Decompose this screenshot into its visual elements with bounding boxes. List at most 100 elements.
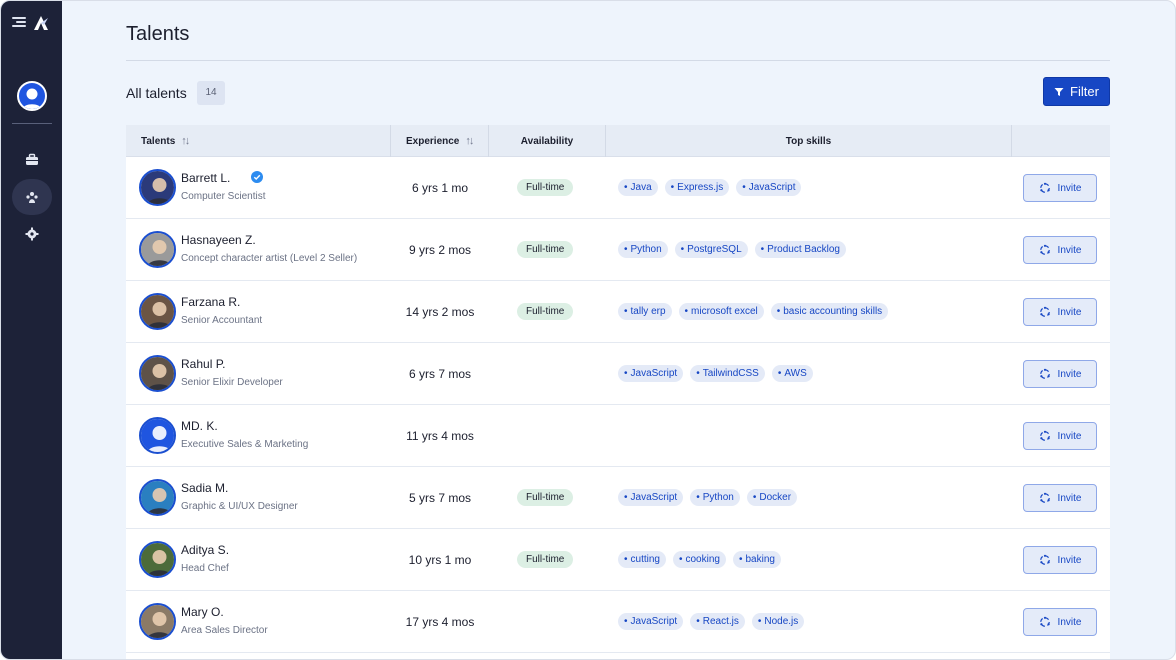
sidebar-item-settings[interactable] — [12, 216, 52, 252]
avatar[interactable] — [139, 231, 176, 268]
talent-experience: 11 yrs 4 mos — [406, 429, 474, 443]
column-header-actions — [1012, 125, 1110, 157]
sidebar-divider — [12, 123, 52, 124]
column-header-talents-label: Talents — [141, 135, 176, 147]
skill-list: JavaScript React.js Node.js — [618, 613, 805, 630]
skill-chip: JavaScript — [618, 489, 684, 506]
skill-chip: Node.js — [751, 613, 805, 630]
table-header: Talents ↑↓ Experience ↑↓ Availability To… — [126, 125, 1110, 157]
table-row[interactable]: Farzana R. Senior Accountant 14 yrs 2 mos F… — [126, 281, 1110, 343]
skill-chip: microsoft excel — [678, 303, 764, 320]
talent-experience: 9 yrs 2 mos — [408, 243, 471, 257]
logo-icon — [34, 16, 48, 30]
availability-badge: Full-time — [517, 551, 574, 568]
filter-button[interactable]: Filter — [1043, 77, 1110, 106]
talent-experience: 14 yrs 2 mos — [405, 305, 475, 319]
column-header-top-skills: Top skills — [606, 125, 1012, 157]
invite-button-label: Invite — [1057, 430, 1082, 442]
skill-chip: Docker — [746, 489, 798, 506]
table-row[interactable]: Sadia M. Graphic & UI/UX Designer 5 yrs 7 … — [126, 467, 1110, 529]
invite-button-label: Invite — [1057, 182, 1082, 194]
column-header-experience[interactable]: Experience ↑↓ — [391, 125, 489, 157]
menu-icon[interactable] — [12, 15, 26, 29]
talent-name[interactable]: Aditya S. — [181, 543, 229, 557]
talent-name[interactable]: Farzana R. — [181, 295, 240, 309]
app-window: Talents All talents 14 Filter Talents ↑↓… — [0, 0, 1176, 660]
availability-badge: Full-time — [517, 179, 574, 196]
table-row[interactable]: MD. K. Executive Sales & Marketing 11 yrs … — [126, 405, 1110, 467]
skill-chip: TailwindCSS — [690, 365, 765, 382]
avatar[interactable] — [139, 169, 176, 206]
talents-table: Talents ↑↓ Experience ↑↓ Availability To… — [126, 125, 1110, 659]
invite-button-label: Invite — [1057, 492, 1082, 504]
talent-name[interactable]: Barrett L. — [181, 171, 230, 185]
avatar[interactable] — [139, 355, 176, 392]
column-header-talents[interactable]: Talents ↑↓ — [126, 125, 391, 157]
talent-name[interactable]: Mary O. — [181, 605, 224, 619]
availability-badge: Full-time — [517, 241, 574, 258]
gear-icon — [25, 227, 39, 241]
verified-badge-icon — [251, 171, 263, 183]
invite-icon — [1039, 182, 1050, 193]
talent-name[interactable]: MD. K. — [181, 419, 218, 433]
filter-button-label: Filter — [1070, 84, 1099, 99]
invite-button[interactable]: Invite — [1023, 484, 1097, 512]
skill-chip: Python — [618, 241, 668, 258]
talent-name[interactable]: Hasnayeen Z. — [181, 233, 256, 247]
invite-button[interactable]: Invite — [1023, 236, 1097, 264]
invite-button[interactable]: Invite — [1023, 546, 1097, 574]
avatar[interactable] — [139, 417, 176, 454]
invite-icon — [1039, 430, 1050, 441]
invite-button[interactable]: Invite — [1023, 174, 1097, 202]
invite-button-label: Invite — [1057, 244, 1082, 256]
invite-icon — [1039, 368, 1050, 379]
people-icon — [26, 192, 38, 203]
invite-button[interactable]: Invite — [1023, 422, 1097, 450]
avatar[interactable] — [139, 479, 176, 516]
main-content: Talents All talents 14 Filter Talents ↑↓… — [63, 1, 1175, 659]
talent-name[interactable]: Rahul P. — [181, 357, 225, 371]
avatar[interactable] — [139, 293, 176, 330]
availability-badge: Full-time — [517, 489, 574, 506]
skill-chip: JavaScript — [736, 179, 802, 196]
column-header-top-skills-label: Top skills — [785, 135, 832, 147]
table-row[interactable]: Hasnayeen Z. Concept character artist (Le… — [126, 219, 1110, 281]
invite-icon — [1039, 306, 1050, 317]
talent-count-badge: 14 — [197, 81, 225, 105]
page-title: Talents — [126, 23, 190, 45]
sort-icon: ↑↓ — [181, 135, 190, 147]
talent-role: Senior Accountant — [181, 315, 263, 326]
invite-button[interactable]: Invite — [1023, 360, 1097, 388]
sidebar-item-talents[interactable] — [12, 179, 52, 215]
skill-chip: Python — [690, 489, 740, 506]
invite-button-label: Invite — [1057, 554, 1082, 566]
talent-role: Senior Elixir Developer — [181, 377, 283, 388]
invite-button[interactable]: Invite — [1023, 298, 1097, 326]
invite-button[interactable]: Invite — [1023, 608, 1097, 636]
skill-list: Python PostgreSQL Product Backlog — [618, 241, 846, 258]
talent-role: Area Sales Director — [181, 625, 268, 636]
avatar[interactable] — [139, 541, 176, 578]
all-talents-label: All talents — [126, 85, 187, 101]
table-row[interactable]: Barrett L. Computer Scientist 6 yrs 1 mo F… — [126, 157, 1110, 219]
talent-experience: 6 yrs 1 mo — [411, 181, 468, 195]
skill-list: Java Express.js JavaScript — [618, 179, 802, 196]
skill-chip: tally erp — [618, 303, 672, 320]
skill-chip: cutting — [618, 551, 666, 568]
talent-name[interactable]: Sadia M. — [181, 481, 228, 495]
skill-chip: basic accounting skills — [770, 303, 889, 320]
talent-experience: 6 yrs 7 mos — [408, 367, 471, 381]
skill-list: JavaScript Python Docker — [618, 489, 798, 506]
table-row[interactable]: Mary O. Area Sales Director 17 yrs 4 mos Ja… — [126, 591, 1110, 653]
talent-role: Computer Scientist — [181, 191, 266, 202]
avatar[interactable] — [139, 603, 176, 640]
sidebar-item-jobs[interactable] — [12, 142, 52, 178]
user-avatar[interactable] — [17, 81, 47, 111]
skill-list: cutting cooking baking — [618, 551, 781, 568]
skill-chip: Java — [618, 179, 658, 196]
table-row[interactable]: Rahul P. Senior Elixir Developer 6 yrs 7 m… — [126, 343, 1110, 405]
skill-chip: React.js — [690, 613, 745, 630]
talent-experience: 10 yrs 1 mo — [408, 553, 472, 567]
table-row[interactable]: Aditya S. Head Chef 10 yrs 1 mo Full-time cu… — [126, 529, 1110, 591]
talent-role: Executive Sales & Marketing — [181, 439, 309, 450]
